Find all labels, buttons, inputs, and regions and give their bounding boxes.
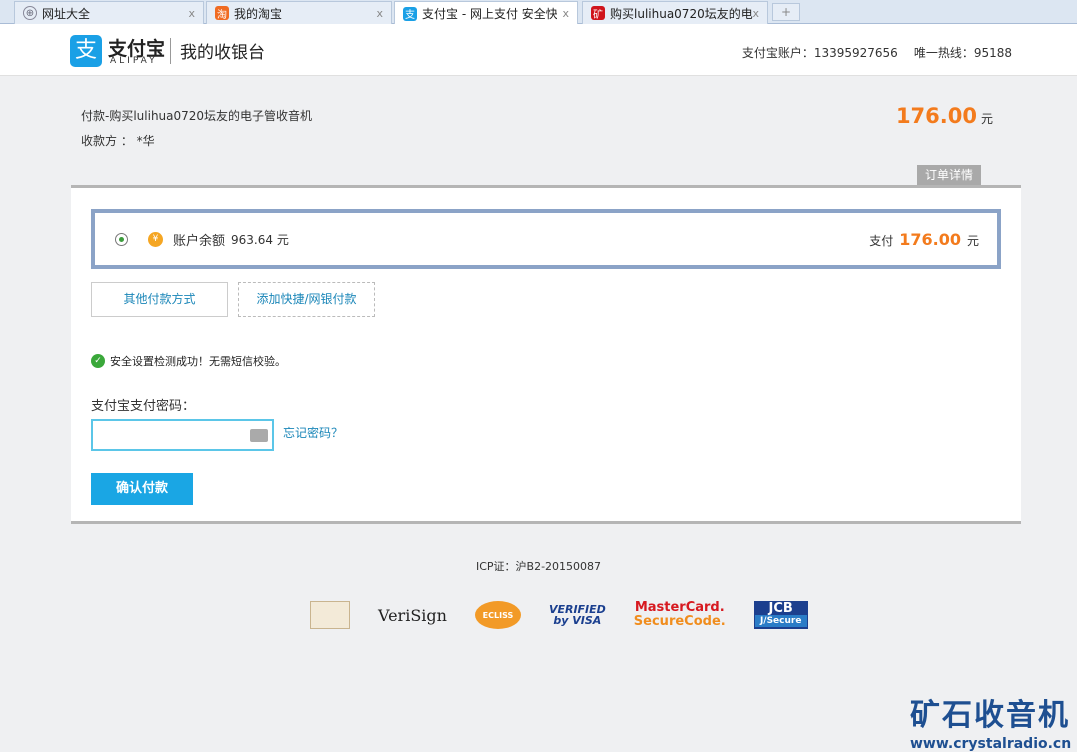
account-label: 支付宝账户：13395927656 <box>741 46 898 60</box>
amount-value: 176.00 <box>895 104 977 128</box>
confirm-pay-button[interactable]: 确认付款 <box>91 473 193 505</box>
globe-icon: ⊕ <box>23 6 37 20</box>
close-icon[interactable]: x <box>188 7 195 20</box>
badge-text: J/Secure <box>754 615 807 627</box>
alipay-icon: 支 <box>403 6 417 21</box>
forgot-password-link[interactable]: 忘记密码？ <box>283 424 343 441</box>
pay-amount: 支付 176.00 元 <box>869 230 979 249</box>
tab-taobao[interactable]: 淘我的淘宝 x <box>206 1 392 24</box>
kuang-icon: 矿 <box>591 6 605 21</box>
pay-label: 支付 <box>869 234 894 248</box>
pay-currency: 元 <box>966 234 979 248</box>
logo-en: ALIPAY <box>110 56 158 66</box>
badge-text: by VISA <box>553 614 602 627</box>
tab-label: 支付宝 - 网上支付 安全快 <box>422 7 557 21</box>
order-detail-button[interactable]: 订单详情 <box>917 165 981 185</box>
currency: 元 <box>980 112 993 126</box>
security-badges: VeriSign ECLISS VERIFIED by VISA MasterCa… <box>310 600 836 630</box>
balance-radio[interactable] <box>115 232 128 246</box>
tab-crystalradio[interactable]: 矿购买lulihua0720坛友的电 x <box>582 1 768 24</box>
order-title: 付款-购买lulihua0720坛友的电子管收音机 <box>81 109 313 123</box>
tab-label: 购买lulihua0720坛友的电 <box>610 6 753 21</box>
tab-label: 我的淘宝 <box>234 6 283 21</box>
pay-value: 176.00 <box>899 230 961 249</box>
badge-text: JCB <box>768 601 793 616</box>
order-amount: 176.00 元 <box>896 104 993 128</box>
hotline-label: 唯一热线：95188 <box>913 46 1012 60</box>
payee: 收款方 ： *华 <box>81 134 155 148</box>
badge-text: SecureCode. <box>633 614 726 629</box>
jcb-secure-badge: JCB J/Secure <box>753 601 808 629</box>
balance-label: 账户余额 <box>173 233 226 249</box>
balance-option[interactable]: ¥ 账户余额 963.64 元 支付 176.00 元 <box>91 209 1001 269</box>
other-methods-button[interactable]: 其他付款方式 <box>91 282 228 317</box>
new-tab-button[interactable]: + <box>772 3 800 21</box>
verified-by-visa-badge: VERIFIED by VISA <box>549 600 606 630</box>
watermark-title: 矿石收音机 <box>910 698 1070 733</box>
yen-icon: ¥ <box>148 231 163 247</box>
tab-wangzhi[interactable]: ⊕ 网址大全 x <box>14 1 204 24</box>
header: 支 支付宝 ALIPAY 我的收银台 支付宝账户：13395927656 唯一热线… <box>0 24 1077 76</box>
close-icon[interactable]: x <box>376 7 383 20</box>
browser-tab-bar: ⊕ 网址大全 x 淘我的淘宝 x 支支付宝 - 网上支付 安全快 x 矿购买lulihu… <box>0 0 1077 25</box>
password-label: 支付宝支付密码： <box>91 399 196 414</box>
payment-panel: ¥ 账户余额 963.64 元 支付 176.00 元 其他付款方式 添加快捷/网银… <box>71 185 1021 524</box>
alipay-logo-icon: 支 <box>70 35 102 67</box>
security-message: ✓ 安全设置检测成功！无需短信校验。 <box>91 353 286 369</box>
divider <box>170 38 171 64</box>
page-title: 我的收银台 <box>180 43 265 63</box>
mastercard-securecode-badge: MasterCard. SecureCode. <box>634 600 726 630</box>
ecliss-badge: ECLISS <box>474 601 521 629</box>
watermark: 矿石收音机 www.crystalradio.cn <box>910 690 1071 752</box>
verisign-badge: VeriSign <box>378 605 447 625</box>
password-input[interactable] <box>91 419 274 451</box>
account-info: 支付宝账户：13395927656 唯一热线：95188 <box>726 44 1012 61</box>
badge-text: MasterCard. <box>634 600 725 615</box>
keyboard-icon[interactable] <box>250 429 268 442</box>
add-card-button[interactable]: 添加快捷/网银付款 <box>238 282 375 317</box>
close-icon[interactable]: x <box>752 7 759 20</box>
icp-license: ICP证：沪B2-20150087 <box>475 560 602 573</box>
tab-alipay[interactable]: 支支付宝 - 网上支付 安全快 x <box>394 1 578 25</box>
close-icon[interactable]: x <box>562 7 569 20</box>
balance-value: 963.64 元 <box>231 232 289 247</box>
certificate-badge-icon <box>310 601 350 629</box>
tab-label: 网址大全 <box>42 6 91 21</box>
check-icon: ✓ <box>91 354 105 368</box>
security-text: 安全设置检测成功！无需短信校验。 <box>110 355 286 368</box>
